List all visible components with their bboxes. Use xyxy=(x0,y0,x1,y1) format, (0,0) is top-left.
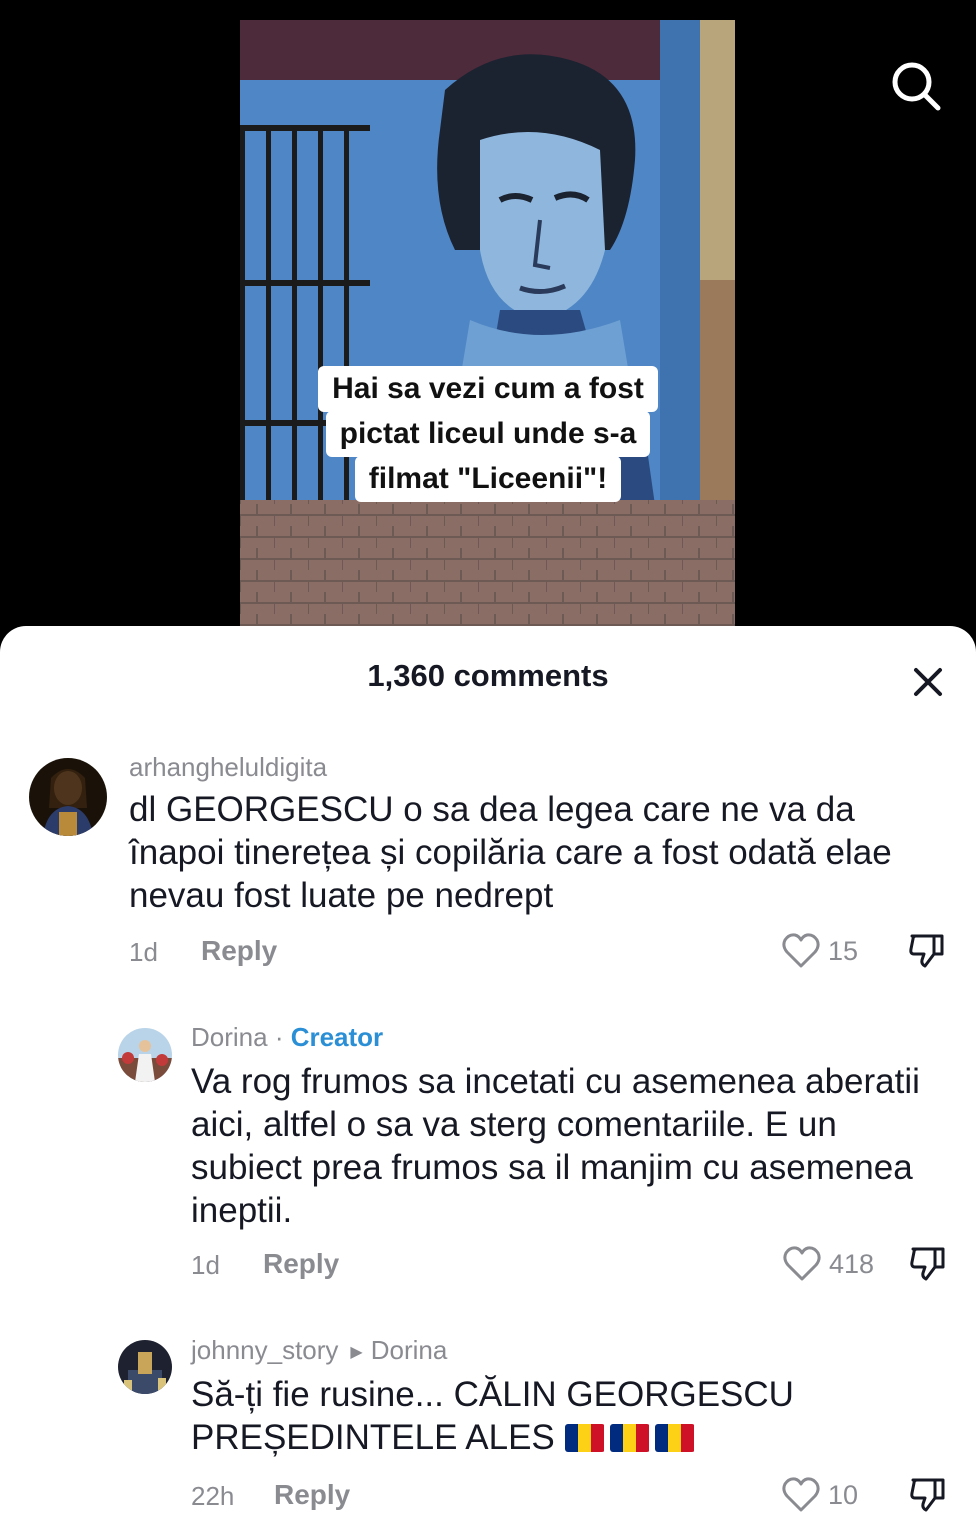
reply-to-username[interactable]: Dorina xyxy=(371,1335,448,1365)
avatar[interactable] xyxy=(118,1340,172,1394)
caption-line: pictat liceul unde s-a xyxy=(325,411,651,457)
like-button[interactable]: 10 xyxy=(782,1475,858,1515)
comment-time: 22h xyxy=(191,1481,235,1511)
like-count: 15 xyxy=(828,935,859,966)
reply-button[interactable]: Reply xyxy=(263,1248,339,1280)
search-icon xyxy=(892,62,941,111)
comment-username[interactable]: arhangheluldigita xyxy=(129,752,327,783)
comment-text: dl GEORGESCU o sa dea legea care ne va d… xyxy=(129,790,892,915)
romania-flag-icon xyxy=(564,1424,605,1452)
search-button[interactable] xyxy=(886,56,946,116)
comment-text: Va rog frumos sa incetati cu asemenea ab… xyxy=(191,1062,920,1230)
dislike-icon xyxy=(909,934,944,968)
comment-time: 1d xyxy=(191,1250,220,1280)
dislike-button[interactable] xyxy=(909,1243,953,1287)
close-button[interactable] xyxy=(908,662,948,702)
mural-video-image xyxy=(240,20,735,640)
separator: · xyxy=(267,1022,291,1052)
video-caption: Hai sa vezi cum a fost pictat liceul und… xyxy=(0,366,976,502)
comment-username[interactable]: Dorina xyxy=(191,1022,268,1052)
close-icon xyxy=(914,668,942,696)
caption-line: filmat "Liceenii"! xyxy=(354,456,622,502)
comment-username[interactable]: johnny_story xyxy=(191,1335,338,1365)
heart-icon xyxy=(783,1246,821,1281)
video-player[interactable]: Hai sa vezi cum a fost pictat liceul und… xyxy=(0,0,976,640)
like-count: 418 xyxy=(829,1248,875,1279)
dislike-icon xyxy=(910,1478,945,1512)
dislike-button[interactable] xyxy=(909,1474,953,1518)
reply-button[interactable]: Reply xyxy=(274,1479,350,1511)
reply-button[interactable]: Reply xyxy=(201,935,277,967)
comment-time: 1d xyxy=(129,937,158,967)
heart-icon xyxy=(782,933,820,968)
heart-icon xyxy=(782,1477,820,1512)
dislike-icon xyxy=(910,1247,945,1281)
like-button[interactable]: 15 xyxy=(782,931,858,971)
romania-flags xyxy=(564,1418,700,1457)
avatar[interactable] xyxy=(29,758,107,836)
video-frame[interactable] xyxy=(240,20,735,640)
like-button[interactable]: 418 xyxy=(783,1244,874,1284)
comment-username-line: johnny_story ▶ Dorina xyxy=(191,1335,447,1366)
creator-badge: Creator xyxy=(290,1022,384,1052)
avatar[interactable] xyxy=(118,1028,172,1082)
romania-flag-icon xyxy=(654,1424,695,1452)
comment-text-block: Să-ți fie rusine... CĂLIN GEORGESCU PREȘ… xyxy=(191,1373,891,1459)
comments-count-title: 1,360 comments xyxy=(367,658,609,693)
dislike-button[interactable] xyxy=(908,930,952,974)
comment-text: Să-ți fie rusine... CĂLIN GEORGESCU PREȘ… xyxy=(191,1375,794,1457)
caption-line: Hai sa vezi cum a fost xyxy=(318,366,658,412)
reply-arrow-icon: ▶ xyxy=(350,1344,363,1362)
comments-sheet: 1,360 comments arhangheluldigita dl GEOR… xyxy=(0,626,976,1536)
like-count: 10 xyxy=(828,1479,859,1510)
romania-flag-icon xyxy=(609,1424,650,1452)
comment-username-line: Dorina · Creator xyxy=(191,1022,383,1053)
